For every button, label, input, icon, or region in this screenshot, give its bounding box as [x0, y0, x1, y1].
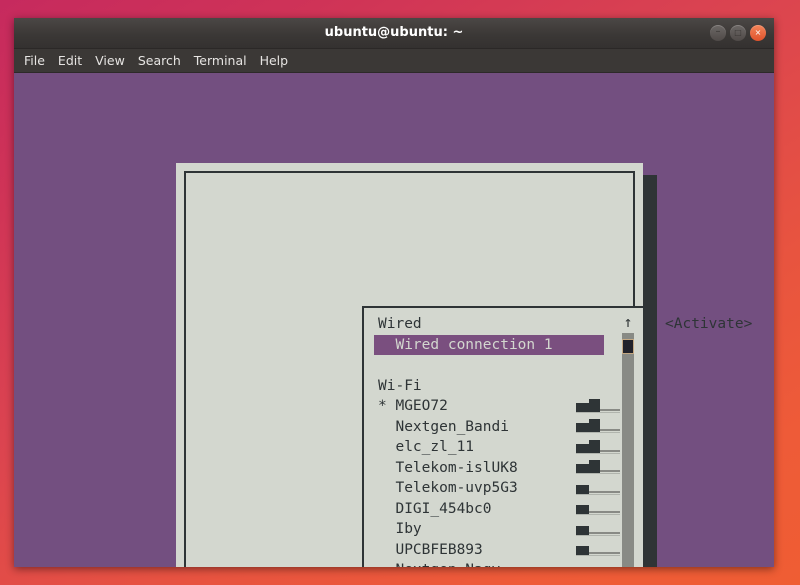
- terminal-window: ubuntu@ubuntu: ~ – □ × File Edit View Se…: [14, 18, 774, 567]
- signal-bar-1: [576, 567, 589, 568]
- list-item-label: Wired: [378, 316, 422, 332]
- signal-empty-track: [600, 470, 620, 472]
- desktop-background: ubuntu@ubuntu: ~ – □ × File Edit View Se…: [0, 0, 800, 585]
- close-button[interactable]: ×: [750, 25, 766, 41]
- signal-strength-icon: [576, 524, 620, 537]
- scrollbar-thumb[interactable]: [622, 339, 634, 354]
- signal-bar-1: [576, 505, 589, 514]
- signal-bar-2: [589, 419, 600, 432]
- connection-listbox[interactable]: Wired Wired connection 1 Wi-Fi * MGEO72 Ne…: [362, 306, 645, 567]
- list-item[interactable]: Telekom-uvp5G3: [374, 478, 604, 499]
- signal-bar-1: [576, 464, 589, 473]
- list-item[interactable]: Telekom-islUK8: [374, 458, 604, 479]
- signal-empty-track: [589, 552, 620, 554]
- signal-bar-1: [576, 485, 589, 494]
- list-group-header: Wired: [374, 314, 604, 335]
- list-item-label: Iby: [378, 521, 422, 537]
- menu-file[interactable]: File: [24, 53, 45, 68]
- signal-strength-icon: [576, 401, 620, 414]
- signal-baseline: [576, 453, 620, 454]
- list-spacer: [374, 355, 604, 376]
- signal-bar-2: [589, 440, 600, 453]
- signal-strength-icon: [576, 565, 620, 568]
- nmtui-dialog: Wired Wired connection 1 Wi-Fi * MGEO72 Ne…: [176, 163, 643, 567]
- signal-strength-icon: [576, 483, 620, 496]
- close-icon: ×: [755, 29, 762, 37]
- list-item-label: * MGEO72: [378, 398, 448, 414]
- window-title: ubuntu@ubuntu: ~: [14, 18, 774, 48]
- list-item-label: Nextgen_Bandi: [378, 419, 509, 435]
- list-item-label: Wi-Fi: [378, 378, 422, 394]
- signal-strength-icon: [576, 503, 620, 516]
- window-titlebar[interactable]: ubuntu@ubuntu: ~ – □ ×: [14, 18, 774, 49]
- signal-empty-track: [589, 511, 620, 513]
- list-item[interactable]: Wired connection 1: [374, 335, 604, 356]
- signal-baseline: [576, 555, 620, 556]
- signal-strength-icon: [576, 421, 620, 434]
- minimize-button[interactable]: –: [710, 25, 726, 41]
- list-item[interactable]: Nextgen_Nagy: [374, 560, 604, 567]
- activate-button[interactable]: <Activate>: [665, 316, 752, 332]
- signal-bar-2: [589, 460, 600, 473]
- signal-baseline: [576, 514, 620, 515]
- signal-baseline: [576, 535, 620, 536]
- list-item-label: Nextgen_Nagy: [378, 562, 500, 567]
- minimize-icon: –: [716, 27, 721, 37]
- menu-edit[interactable]: Edit: [58, 53, 82, 68]
- scrollbar-track[interactable]: [622, 333, 634, 567]
- list-item[interactable]: Iby: [374, 519, 604, 540]
- menubar: File Edit View Search Terminal Help: [14, 49, 774, 73]
- signal-empty-track: [589, 491, 620, 493]
- menu-view[interactable]: View: [95, 53, 125, 68]
- list-item-label: Wired connection 1: [378, 337, 553, 353]
- signal-bar-1: [576, 526, 589, 535]
- menu-search[interactable]: Search: [138, 53, 181, 68]
- menu-terminal[interactable]: Terminal: [194, 53, 247, 68]
- signal-bar-1: [576, 444, 589, 453]
- signal-empty-track: [600, 429, 620, 431]
- scroll-up-arrow-icon[interactable]: ↑: [621, 314, 635, 330]
- window-controls: – □ ×: [710, 25, 766, 41]
- signal-strength-icon: [576, 442, 620, 455]
- list-item[interactable]: * MGEO72: [374, 396, 604, 417]
- list-item-label: DIGI_454bc0: [378, 501, 492, 517]
- signal-bar-1: [576, 546, 589, 555]
- signal-baseline: [576, 473, 620, 474]
- menu-help[interactable]: Help: [260, 53, 289, 68]
- list-item-label: Telekom-uvp5G3: [378, 480, 518, 496]
- terminal-content: Wired Wired connection 1 Wi-Fi * MGEO72 Ne…: [14, 73, 774, 567]
- signal-empty-track: [600, 409, 620, 411]
- signal-baseline: [576, 412, 620, 413]
- signal-bar-1: [576, 423, 589, 432]
- connection-list: Wired Wired connection 1 Wi-Fi * MGEO72 Ne…: [374, 314, 604, 567]
- maximize-icon: □: [734, 29, 742, 37]
- signal-bar-2: [589, 399, 600, 412]
- list-item[interactable]: elc_zl_11: [374, 437, 604, 458]
- signal-bar-1: [576, 403, 589, 412]
- signal-baseline: [576, 432, 620, 433]
- list-item[interactable]: UPCBFEB893: [374, 540, 604, 561]
- signal-baseline: [576, 494, 620, 495]
- list-scrollbar[interactable]: ↑ ↓: [621, 314, 635, 567]
- signal-empty-track: [600, 450, 620, 452]
- list-item-label: elc_zl_11: [378, 439, 474, 455]
- list-item-label: UPCBFEB893: [378, 542, 483, 558]
- list-item[interactable]: Nextgen_Bandi: [374, 417, 604, 438]
- list-item-label: Telekom-islUK8: [378, 460, 518, 476]
- signal-strength-icon: [576, 544, 620, 557]
- list-item[interactable]: DIGI_454bc0: [374, 499, 604, 520]
- list-group-header: Wi-Fi: [374, 376, 604, 397]
- maximize-button[interactable]: □: [730, 25, 746, 41]
- signal-strength-icon: [576, 462, 620, 475]
- signal-empty-track: [589, 532, 620, 534]
